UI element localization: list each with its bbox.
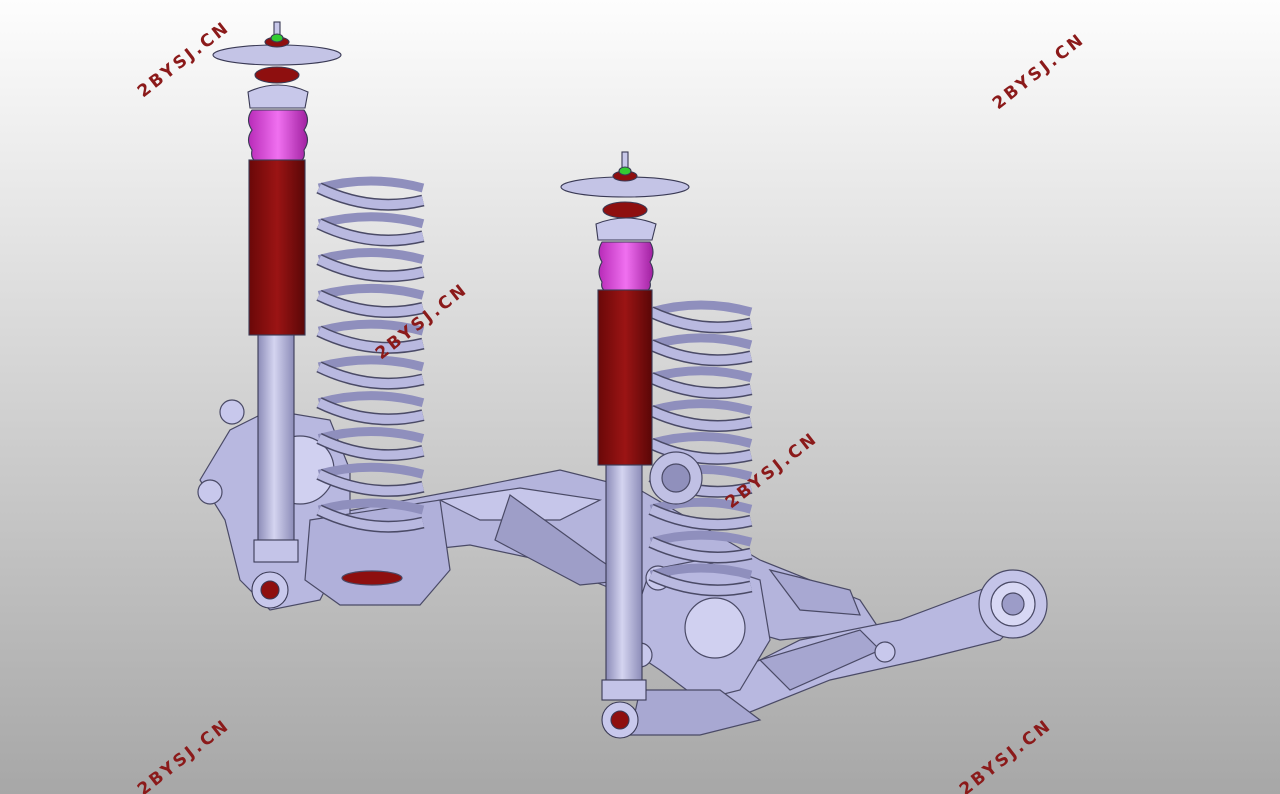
cad-viewport[interactable]: 2BYSJ.CN 2BYSJ.CN 2BYSJ.CN 2BYSJ.CN 2BYS… bbox=[0, 0, 1280, 794]
suspension-model bbox=[0, 0, 1280, 794]
hub-flange bbox=[649, 451, 703, 505]
